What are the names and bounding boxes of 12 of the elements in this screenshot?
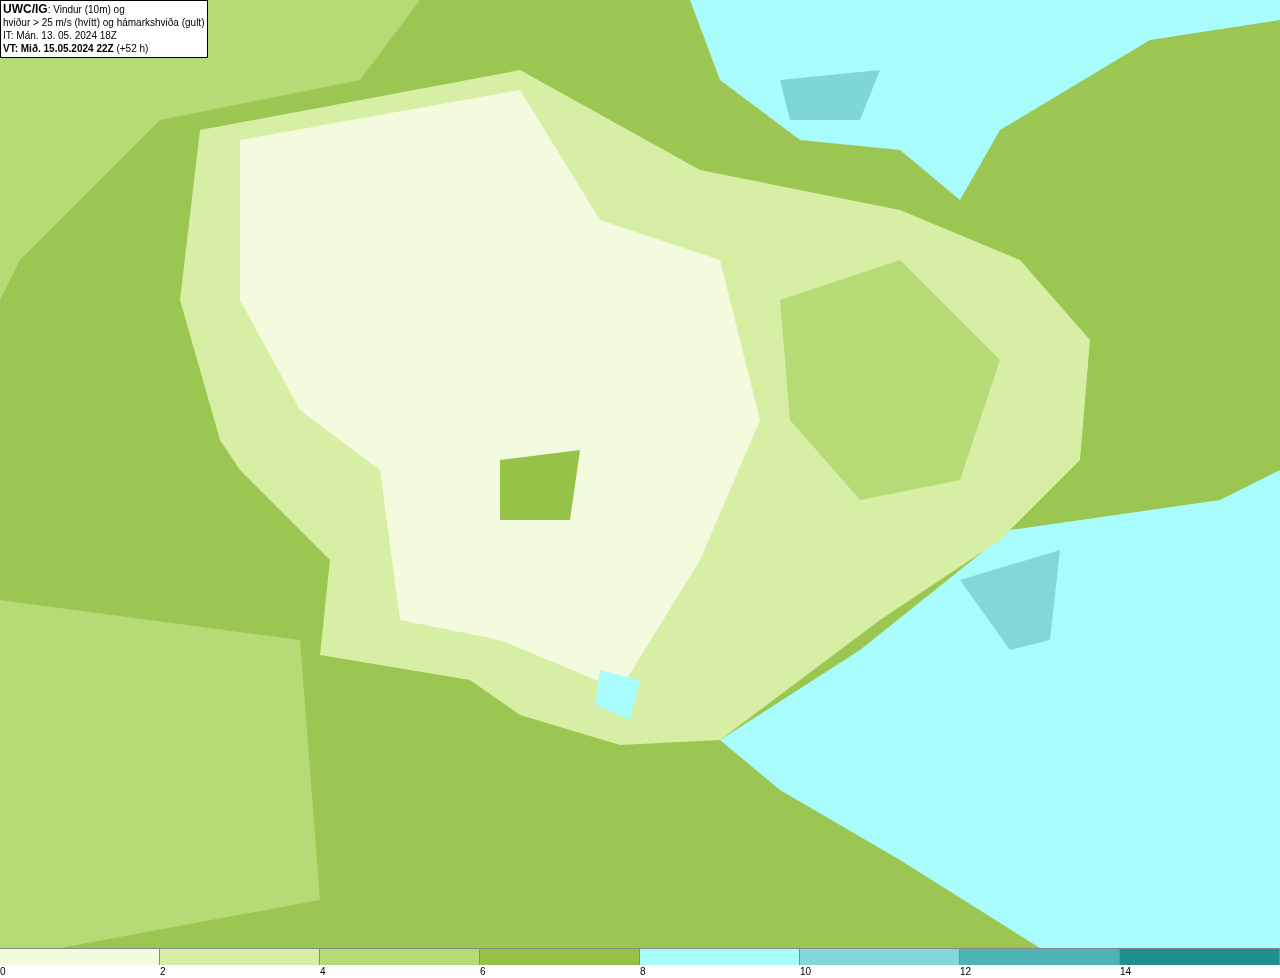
info-line: VT: Mið. 15.05.2024 22Z (+52 h) bbox=[3, 42, 150, 55]
legend-label: 14 bbox=[1120, 966, 1132, 977]
legend-label: 6 bbox=[480, 966, 486, 977]
info-line: UWC/IG: Vindur (10m) og bbox=[3, 3, 126, 16]
legend-label: 2 bbox=[160, 966, 166, 977]
legend-label: 0 bbox=[0, 966, 6, 977]
info-line: IT: Mán. 13. 05. 2024 18Z bbox=[3, 29, 118, 42]
legend-label: 10 bbox=[800, 966, 812, 977]
legend-label: 4 bbox=[320, 966, 326, 977]
legend-label: 12 bbox=[960, 966, 972, 977]
legend-label: 8 bbox=[640, 966, 646, 977]
info-line: hviður > 25 m/s (hvítt) og hámarkshviða (gult) bbox=[3, 16, 205, 29]
